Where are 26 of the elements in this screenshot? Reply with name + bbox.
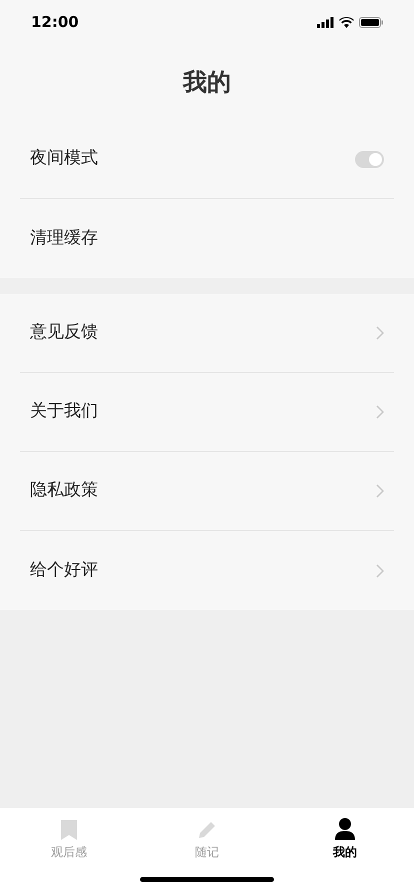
row-label: 夜间模式 <box>30 147 98 170</box>
row-label: 关于我们 <box>30 400 98 424</box>
row-label: 清理缓存 <box>30 226 98 250</box>
chevron-icon <box>376 326 384 340</box>
bookmark-icon <box>61 820 77 840</box>
pencil-icon <box>197 820 217 840</box>
night-mode-switch[interactable] <box>355 150 384 168</box>
person-icon <box>335 818 355 840</box>
settings-row[interactable]: 夜间模式 <box>20 120 394 199</box>
battery-icon <box>359 16 383 28</box>
settings-row[interactable]: 意见反馈 <box>20 294 394 373</box>
row-label: 隐私政策 <box>30 479 98 502</box>
wifi-icon <box>339 16 354 28</box>
row-label: 意见反馈 <box>30 321 98 344</box>
chevron-icon <box>376 405 384 419</box>
settings-row[interactable]: 关于我们 <box>20 373 394 452</box>
settings-row[interactable]: 清理缓存 <box>20 199 394 278</box>
row-label: 给个好评 <box>30 558 98 582</box>
chevron-icon <box>376 564 384 578</box>
settings-row[interactable]: 给个好评 <box>20 531 394 610</box>
signal-icon <box>317 16 334 28</box>
page-title: 我的 <box>183 67 231 98</box>
settings-row[interactable]: 隐私政策 <box>20 452 394 531</box>
status-time: 12:00 <box>31 12 79 33</box>
chevron-icon <box>376 484 384 498</box>
tab-item[interactable]: 我的 <box>276 808 414 863</box>
